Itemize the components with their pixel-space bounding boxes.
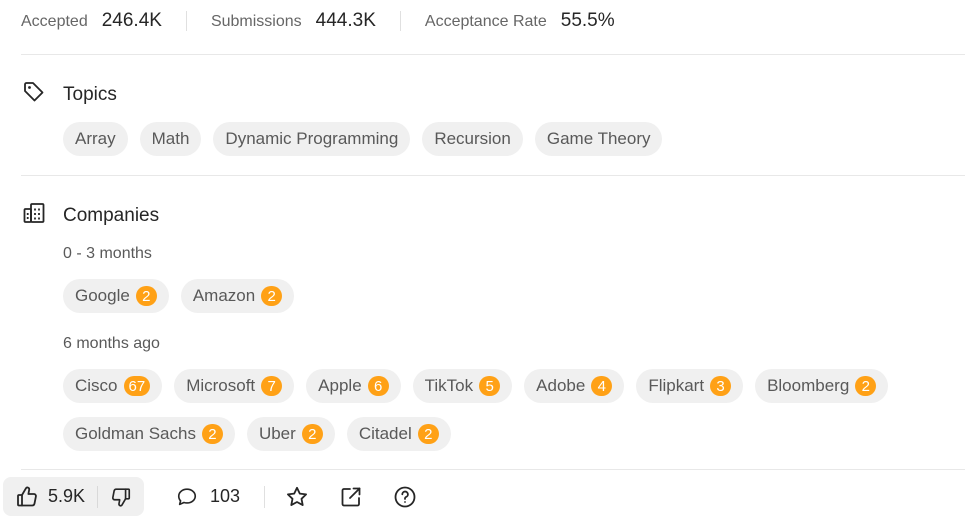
- stat-divider: [185, 11, 187, 31]
- topic-chip[interactable]: Math: [139, 122, 202, 156]
- companies-title: Companies: [63, 205, 160, 226]
- topic-chip[interactable]: Recursion: [422, 122, 523, 156]
- action-bar: 5.9K 103: [0, 477, 965, 516]
- company-name: Uber: [258, 424, 296, 443]
- company-chip[interactable]: Amazon 2: [180, 279, 295, 313]
- thumbs-down-icon: [110, 486, 132, 508]
- company-name: Adobe: [536, 376, 586, 395]
- company-list: Google 2 Amazon 2: [63, 279, 306, 313]
- company-chip[interactable]: TikTok 5: [412, 369, 513, 403]
- count-badge: 2: [135, 286, 157, 306]
- period-label: 6 months ago: [63, 335, 160, 352]
- company-name: Citadel: [358, 424, 412, 443]
- topics-header[interactable]: Topics: [22, 80, 117, 110]
- company-chip[interactable]: Cisco 67: [63, 369, 163, 403]
- count-badge: 2: [301, 424, 323, 444]
- submissions-value: 444.3K: [315, 10, 376, 31]
- help-icon: [393, 485, 417, 509]
- favorite-button[interactable]: [285, 485, 309, 509]
- share-icon: [339, 485, 363, 509]
- company-name: Apple: [318, 376, 362, 395]
- company-chip[interactable]: Adobe 4: [524, 369, 625, 403]
- company-chip[interactable]: Bloomberg 2: [755, 369, 889, 403]
- acceptance-rate-label: Acceptance Rate: [424, 13, 547, 30]
- section-divider: [21, 54, 965, 55]
- count-badge: 2: [261, 286, 283, 306]
- topic-chip[interactable]: Game Theory: [534, 122, 663, 156]
- stat-divider: [399, 11, 401, 31]
- vote-group: 5.9K: [3, 477, 145, 516]
- submissions-label: Submissions: [210, 13, 302, 30]
- acceptance-rate-stat: Acceptance Rate 55.5%: [425, 10, 615, 32]
- company-name: Goldman Sachs: [75, 424, 196, 443]
- topic-chip[interactable]: Dynamic Programming: [213, 122, 411, 156]
- comments-button[interactable]: 103: [164, 486, 240, 508]
- company-chip[interactable]: Flipkart 3: [636, 369, 744, 403]
- company-chip[interactable]: Apple 6: [306, 369, 401, 403]
- company-name: Google: [75, 286, 130, 305]
- building-icon: [22, 201, 63, 231]
- count-badge: 67: [123, 376, 151, 396]
- company-chip[interactable]: Goldman Sachs 2: [63, 417, 235, 451]
- company-chip[interactable]: Citadel 2: [346, 417, 451, 451]
- count-badge: 4: [591, 376, 613, 396]
- count-badge: 6: [367, 376, 389, 396]
- company-list: Goldman Sachs 2 Uber 2 Citadel 2: [63, 417, 463, 451]
- accepted-label: Accepted: [21, 13, 88, 30]
- company-name: Microsoft: [186, 376, 256, 395]
- count-badge: 2: [855, 376, 877, 396]
- company-name: TikTok: [424, 376, 474, 395]
- help-button[interactable]: [393, 485, 417, 509]
- stats-row: Accepted 246.4K Submissions 444.3K Accep…: [21, 8, 615, 34]
- company-name: Cisco: [75, 376, 118, 395]
- comment-count: 103: [210, 486, 241, 506]
- company-chip[interactable]: Microsoft 7: [174, 369, 295, 403]
- companies-header[interactable]: Companies: [22, 201, 159, 231]
- topics-title: Topics: [63, 84, 117, 105]
- section-divider: [21, 175, 965, 176]
- count-badge: 2: [201, 424, 223, 444]
- count-badge: 5: [479, 376, 501, 396]
- accepted-value: 246.4K: [101, 10, 162, 31]
- count-badge: 3: [710, 376, 732, 396]
- action-divider: [264, 485, 266, 508]
- count-badge: 2: [417, 424, 439, 444]
- period-label: 0 - 3 months: [63, 245, 152, 262]
- topic-chip[interactable]: Array: [63, 122, 128, 156]
- company-name: Flipkart: [648, 376, 705, 395]
- topic-list: Array Math Dynamic Programming Recursion…: [63, 122, 674, 156]
- like-count: 5.9K: [48, 486, 86, 506]
- company-chip[interactable]: Google 2: [63, 279, 169, 313]
- section-divider: [21, 469, 965, 470]
- thumbs-up-icon: [15, 485, 39, 509]
- count-badge: 7: [261, 376, 283, 396]
- company-chip[interactable]: Uber 2: [246, 417, 335, 451]
- comment-icon: [176, 486, 198, 508]
- company-list: Cisco 67 Microsoft 7 Apple 6 TikTok 5 Ad…: [63, 369, 900, 403]
- acceptance-rate-value: 55.5%: [560, 10, 615, 31]
- accepted-stat: Accepted 246.4K: [21, 10, 162, 32]
- tag-icon: [22, 80, 63, 110]
- star-icon: [285, 485, 309, 509]
- share-button[interactable]: [339, 485, 363, 509]
- like-button[interactable]: 5.9K: [3, 477, 97, 516]
- dislike-button[interactable]: [98, 477, 144, 516]
- submissions-stat: Submissions 444.3K: [211, 10, 376, 32]
- company-name: Amazon: [192, 286, 256, 305]
- company-name: Bloomberg: [767, 376, 850, 395]
